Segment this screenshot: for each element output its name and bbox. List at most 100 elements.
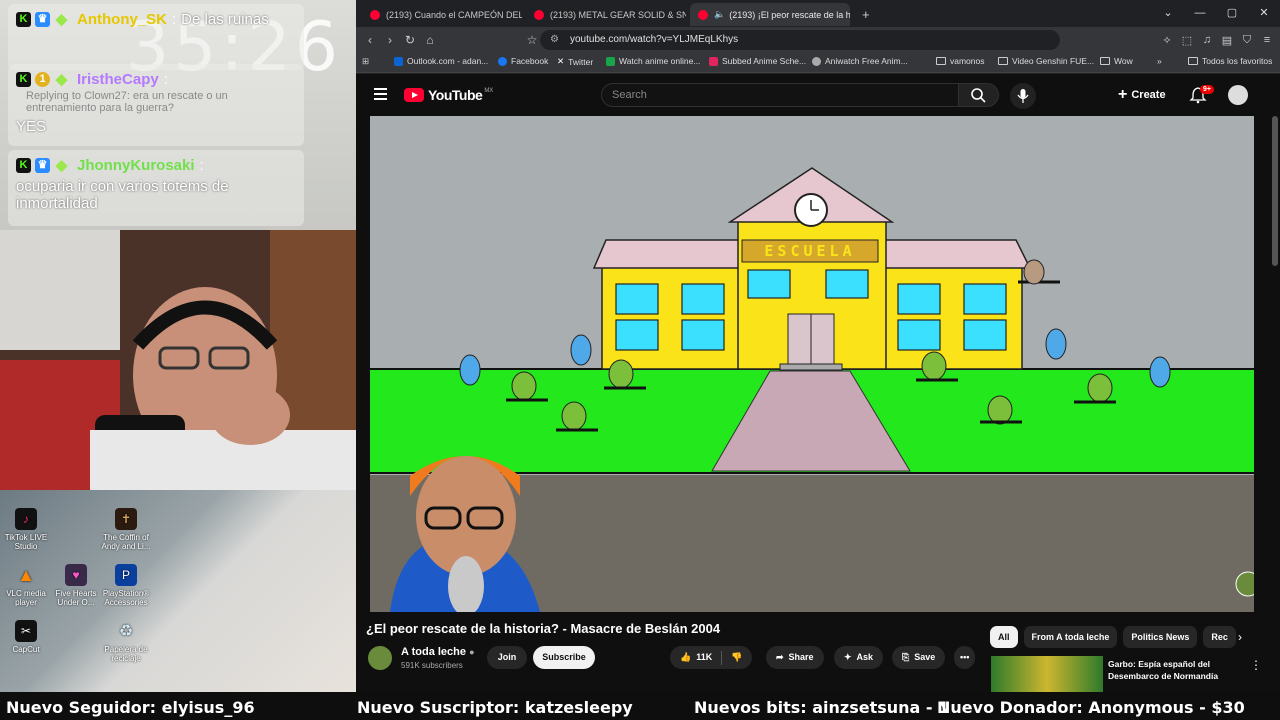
search-icon (971, 88, 986, 103)
video-frame: ESCUELA (370, 116, 1254, 612)
desktop-icon-recycle-bin[interactable]: ♻ Papelera de reciclaje (100, 620, 152, 663)
bookmark-folder-vamonos[interactable]: vamonos (936, 56, 985, 66)
shield-icon[interactable]: ⛉ (1240, 34, 1254, 47)
chat-text: YES (16, 118, 47, 135)
chat-reply-context: Replying to Clown27: era un rescate o un… (26, 90, 228, 114)
ticker-subscriber: Nuevo Suscriptor: katzesleepy (357, 698, 633, 717)
desktop-icon-coffin[interactable]: ✝ The Coffin of Andy and Li... (100, 508, 152, 551)
subscribe-button[interactable]: Subscribe (533, 646, 595, 669)
bookmark-outlook[interactable]: Outlook.com - adan... (394, 56, 488, 66)
account-avatar[interactable] (1228, 85, 1248, 105)
anime-schedule-icon (709, 56, 718, 66)
bookmark-subbed-anime[interactable]: Subbed Anime Sche... (709, 56, 806, 66)
search-input[interactable]: Search (601, 83, 959, 107)
chat-message: K 1 ◆ IristheCapy : Replying to Clown27:… (8, 64, 304, 146)
more-actions-button[interactable]: ••• (954, 646, 976, 669)
desktop-icon-five-hearts[interactable]: ♥ Five Hearts Under O... (50, 564, 102, 607)
back-icon[interactable]: ‹ (360, 33, 380, 47)
menu-icon[interactable]: ≡ (1260, 34, 1274, 46)
channel-name[interactable]: A toda leche ● (401, 646, 475, 658)
search-button[interactable] (959, 83, 999, 107)
video-title: ¿El peor rescate de la historia? - Masac… (366, 621, 721, 636)
home-icon[interactable]: ⌂ (420, 33, 440, 47)
escuela-sign: ESCUELA (764, 242, 855, 260)
extension-icon[interactable]: ✧ (1160, 34, 1174, 47)
browser-toolbar: ‹ › ↻ ⌂ ☆ ⚙ youtube.com/watch?v=YLJMEqLK… (356, 27, 1280, 53)
tab-peor-rescate[interactable]: 🔈 (2193) ¡El peor rescate de la h ✕ (690, 3, 850, 26)
sidebar-icon[interactable]: ▤ (1220, 34, 1234, 47)
bookmark-aniwatch[interactable]: Aniwatch Free Anim... (812, 56, 908, 66)
reload-icon[interactable]: ↻ (400, 33, 420, 47)
thumbs-up-icon: 👍 (680, 652, 692, 662)
desktop-icon-playstation[interactable]: P PlayStation® Accessories (100, 564, 152, 607)
youtube-logo[interactable]: YouTube MX (404, 87, 493, 103)
youtube-favicon-icon (698, 9, 708, 20)
maximize-icon[interactable]: ▢ (1216, 0, 1248, 27)
chevron-right-icon[interactable]: › (1238, 630, 1242, 644)
close-window-icon[interactable]: ✕ (1248, 0, 1280, 27)
desktop-icon-capcut[interactable]: ✂ CapCut (0, 620, 52, 654)
all-bookmarks-button[interactable]: Todos los favoritos (1188, 56, 1272, 66)
bookmark-twitter[interactable]: ✕ Twitter (557, 56, 593, 67)
anime-icon (606, 56, 615, 66)
video-player[interactable]: ESCUELA (370, 116, 1254, 612)
x-icon: ✕ (557, 56, 565, 66)
ask-button[interactable]: ✦ Ask (834, 646, 884, 669)
minimize-icon[interactable]: — (1184, 0, 1216, 27)
tab-campeon[interactable]: (2193) Cuando el CAMPEÓN DEL MU (362, 3, 522, 26)
bookmark-folder-genshin[interactable]: Video Genshin FUE... (998, 56, 1094, 66)
channel-avatar[interactable] (368, 646, 392, 670)
window-controls: ⌄ — ▢ ✕ (1152, 0, 1280, 27)
page-scrollbar[interactable] (1272, 116, 1278, 266)
game-icon: ♥ (65, 564, 87, 586)
site-info-icon[interactable]: ⚙ (550, 30, 559, 50)
forward-icon[interactable]: › (380, 33, 400, 47)
facebook-icon (498, 56, 507, 66)
join-button[interactable]: Join (487, 646, 527, 669)
menu-icon[interactable] (374, 88, 387, 100)
tab-bar: (2193) Cuando el CAMPEÓN DEL MU (2193) M… (356, 0, 1280, 27)
bookmark-folder-wow[interactable]: Wow (1100, 56, 1133, 66)
stream-event-ticker: Nuevo Seguidor: elyisus_96 Nuevo Suscrip… (0, 692, 1280, 720)
chip-politics-news[interactable]: Politics News (1123, 626, 1198, 648)
chat-username: IristheCapy (77, 70, 159, 88)
music-icon[interactable]: ♫ (1200, 34, 1214, 46)
capcut-icon: ✂ (15, 620, 37, 642)
chat-username: Anthony_SK (77, 10, 167, 28)
notification-count-badge: 9+ (1200, 85, 1214, 94)
bookmarks-overflow-button[interactable]: » (1157, 56, 1162, 66)
recommended-video-thumbnail[interactable] (991, 656, 1103, 692)
chat-username: JhonnyKurosaki (77, 156, 195, 174)
sub-badge-icon: ♛ (35, 157, 50, 173)
desktop-icon-vlc[interactable]: ▲ VLC media player (0, 564, 52, 608)
share-icon: ➦ (776, 652, 784, 662)
address-bar[interactable]: ⚙ youtube.com/watch?v=YLJMEqLKhys (540, 30, 1060, 50)
chip-recent[interactable]: Rec (1203, 626, 1236, 648)
screen: 35:26 K ♛ ◆ Anthony_SK : De las ruinas K… (0, 0, 1280, 720)
bookmark-facebook[interactable]: Facebook (498, 56, 548, 66)
tab-metal-gear[interactable]: (2193) METAL GEAR SOLID & SNAKE (526, 3, 686, 26)
puzzle-icon[interactable]: ⬚ (1180, 34, 1194, 47)
chat-text: De las ruinas (181, 10, 269, 28)
desktop-icon-tiktok[interactable]: ♪ TikTok LIVE Studio (0, 508, 52, 551)
chip-from-channel[interactable]: From A toda leche (1023, 626, 1118, 648)
dropdown-icon[interactable]: ⌄ (1152, 0, 1184, 27)
toolbar-extensions: ✧ ⬚ ♫ ▤ ⛉ ≡ (1160, 27, 1274, 53)
chat-message: K ♛ ◆ Anthony_SK : De las ruinas (8, 4, 304, 70)
create-button[interactable]: + Create (1118, 84, 1166, 106)
new-tab-button[interactable]: + (854, 3, 876, 26)
youtube-favicon-icon (534, 9, 544, 20)
share-button[interactable]: ➦ Share (766, 646, 824, 669)
more-vertical-icon[interactable]: ⋮ (1250, 658, 1262, 672)
bookmark-icon[interactable]: ☆ (522, 33, 542, 47)
webcam-image (0, 230, 356, 490)
voice-search-button[interactable] (1010, 83, 1036, 109)
like-button[interactable]: 👍 11K 👎 (670, 646, 753, 669)
save-button[interactable]: ⎘ Save (892, 646, 946, 669)
recommended-video-title[interactable]: Garbo: Espía español del Desembarco de N… (1108, 658, 1238, 682)
chip-all[interactable]: All (990, 626, 1018, 648)
bookmark-watch-anime[interactable]: Watch anime online... (606, 56, 700, 66)
count-badge-icon: 1 (35, 71, 50, 87)
apps-grid-icon[interactable]: ⊞ (362, 56, 369, 67)
webcam-feed (0, 230, 356, 490)
